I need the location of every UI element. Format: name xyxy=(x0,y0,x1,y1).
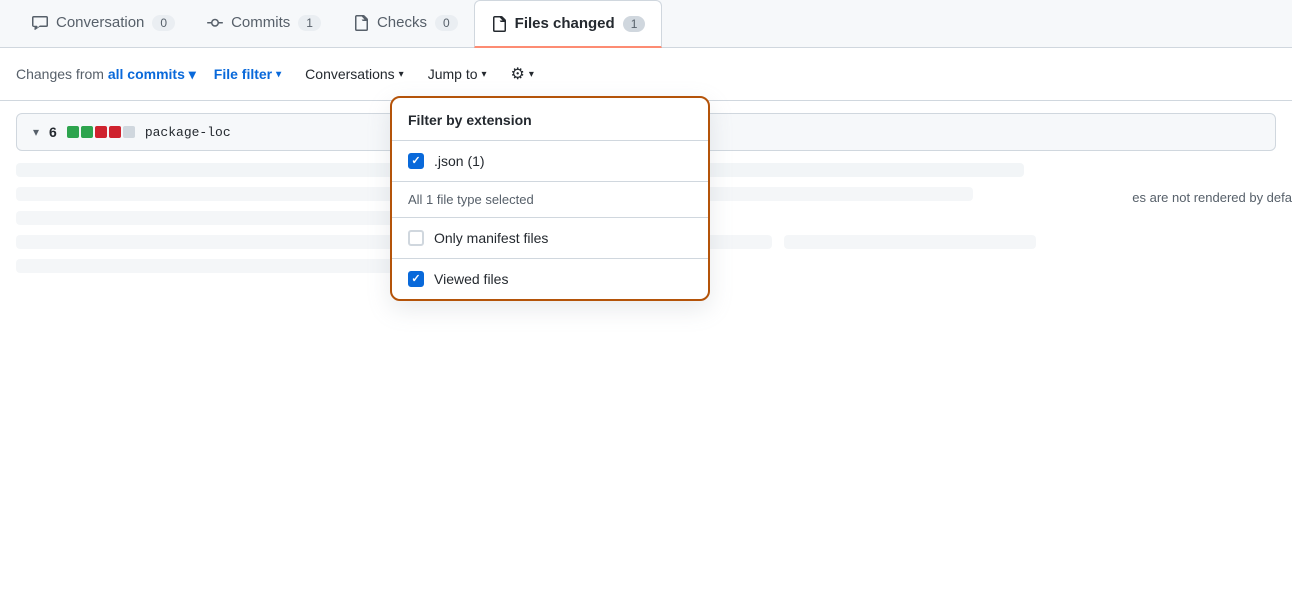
blur-line-6 xyxy=(784,235,1036,249)
commits-icon xyxy=(207,15,223,31)
conversations-button[interactable]: Conversations ▾ xyxy=(299,62,410,86)
blur-line-4 xyxy=(16,211,394,225)
tab-commits-badge: 1 xyxy=(298,15,321,31)
file-row-chevron[interactable]: ▾ xyxy=(33,125,39,139)
gear-icon: ⚙ xyxy=(511,64,525,84)
settings-button[interactable]: ⚙ ▾ xyxy=(505,60,540,88)
conversation-icon xyxy=(32,15,48,31)
changes-from-text: Changes from all commits ▾ xyxy=(16,66,196,83)
checks-icon xyxy=(353,15,369,31)
tab-files-changed-badge: 1 xyxy=(623,16,646,32)
tab-conversation-badge: 0 xyxy=(152,15,175,31)
tab-conversation-label: Conversation xyxy=(56,14,144,31)
tab-commits[interactable]: Commits 1 xyxy=(191,0,337,47)
diff-stat xyxy=(67,126,135,138)
json-checkbox[interactable] xyxy=(408,153,424,169)
right-overflow-text: es are not rendered by defa xyxy=(1132,190,1292,205)
jump-to-chevron: ▾ xyxy=(482,69,487,80)
file-filter-button[interactable]: File filter ▾ xyxy=(208,62,287,86)
conversations-label: Conversations xyxy=(305,66,395,82)
tab-commits-label: Commits xyxy=(231,14,290,31)
manifest-checkbox[interactable] xyxy=(408,230,424,246)
json-filter-label: .json (1) xyxy=(434,153,485,169)
viewed-filter-item[interactable]: Viewed files xyxy=(392,259,708,299)
diff-block-red-1 xyxy=(95,126,107,138)
json-filter-item[interactable]: .json (1) xyxy=(392,141,708,181)
diff-block-green-1 xyxy=(67,126,79,138)
manifest-filter-item[interactable]: Only manifest files xyxy=(392,218,708,258)
tab-files-changed-label: Files changed xyxy=(515,15,615,32)
popover-info-text: All 1 file type selected xyxy=(392,182,708,217)
popover-container: Filter by extension .json (1) All 1 file… xyxy=(390,96,710,301)
all-commits-link[interactable]: all commits ▾ xyxy=(108,66,196,82)
tab-conversation[interactable]: Conversation 0 xyxy=(16,0,191,47)
file-change-count: 6 xyxy=(49,124,57,140)
tab-bar: Conversation 0 Commits 1 Checks 0 xyxy=(0,0,1292,48)
settings-chevron: ▾ xyxy=(529,69,534,80)
diff-block-green-2 xyxy=(81,126,93,138)
file-filter-popover: Filter by extension .json (1) All 1 file… xyxy=(390,96,710,301)
main-content: Changes from all commits ▾ File filter ▾… xyxy=(0,48,1292,285)
file-name: package-loc xyxy=(145,125,231,140)
viewed-filter-label: Viewed files xyxy=(434,271,508,287)
toolbar: Changes from all commits ▾ File filter ▾… xyxy=(0,48,1292,101)
manifest-filter-label: Only manifest files xyxy=(434,230,548,246)
diff-block-gray-1 xyxy=(123,126,135,138)
tab-files-changed[interactable]: Files changed 1 xyxy=(474,0,663,48)
tab-checks[interactable]: Checks 0 xyxy=(337,0,474,47)
tab-checks-badge: 0 xyxy=(435,15,458,31)
popover-header: Filter by extension xyxy=(392,98,708,141)
files-changed-icon xyxy=(491,16,507,32)
conversations-chevron: ▾ xyxy=(399,69,404,80)
jump-to-button[interactable]: Jump to ▾ xyxy=(422,62,493,86)
file-filter-label: File filter xyxy=(214,66,272,82)
diff-block-red-2 xyxy=(109,126,121,138)
tab-checks-label: Checks xyxy=(377,14,427,31)
popover-title: Filter by extension xyxy=(408,112,532,128)
jump-to-label: Jump to xyxy=(428,66,478,82)
viewed-checkbox[interactable] xyxy=(408,271,424,287)
page: Conversation 0 Commits 1 Checks 0 xyxy=(0,0,1292,598)
file-filter-chevron: ▾ xyxy=(276,69,281,80)
